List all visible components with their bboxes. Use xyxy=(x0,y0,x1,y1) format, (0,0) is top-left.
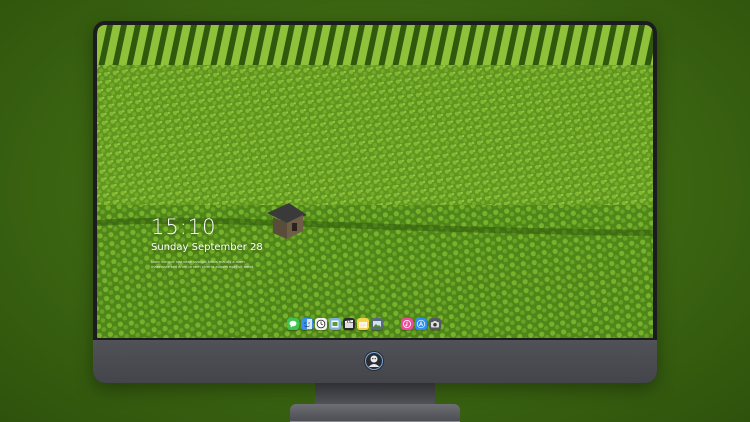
photos-icon[interactable] xyxy=(371,318,383,330)
clock-subtext: Nunc congue nisi vitae suscipit tellus m… xyxy=(151,260,254,269)
preview-icon[interactable] xyxy=(329,318,341,330)
lockscreen-clock: 15:10 Sunday September 28 Nunc congue ni… xyxy=(151,215,263,270)
desktop-background: 15:10 Sunday September 28 Nunc congue ni… xyxy=(0,0,750,422)
monitor-stand-base xyxy=(290,404,460,422)
clapper-icon[interactable] xyxy=(343,318,355,330)
brand-logo-icon xyxy=(364,351,384,371)
camera-icon[interactable] xyxy=(429,318,441,330)
music-icon[interactable] xyxy=(401,318,413,330)
finder-icon[interactable] xyxy=(301,318,313,330)
notes-icon[interactable] xyxy=(357,318,369,330)
clock-icon[interactable] xyxy=(315,318,327,330)
messages-icon[interactable] xyxy=(287,318,299,330)
dock-separator xyxy=(385,318,399,330)
lock-screen[interactable]: 15:10 Sunday September 28 Nunc congue ni… xyxy=(97,25,653,338)
app-store-icon[interactable] xyxy=(415,318,427,330)
monitor: 15:10 Sunday September 28 Nunc congue ni… xyxy=(93,21,657,383)
clock-time: 15:10 xyxy=(151,215,217,239)
monitor-chin xyxy=(93,340,657,383)
wallpaper-field xyxy=(97,25,653,338)
clock-date: Sunday September 28 xyxy=(151,242,263,253)
dock xyxy=(283,316,445,332)
